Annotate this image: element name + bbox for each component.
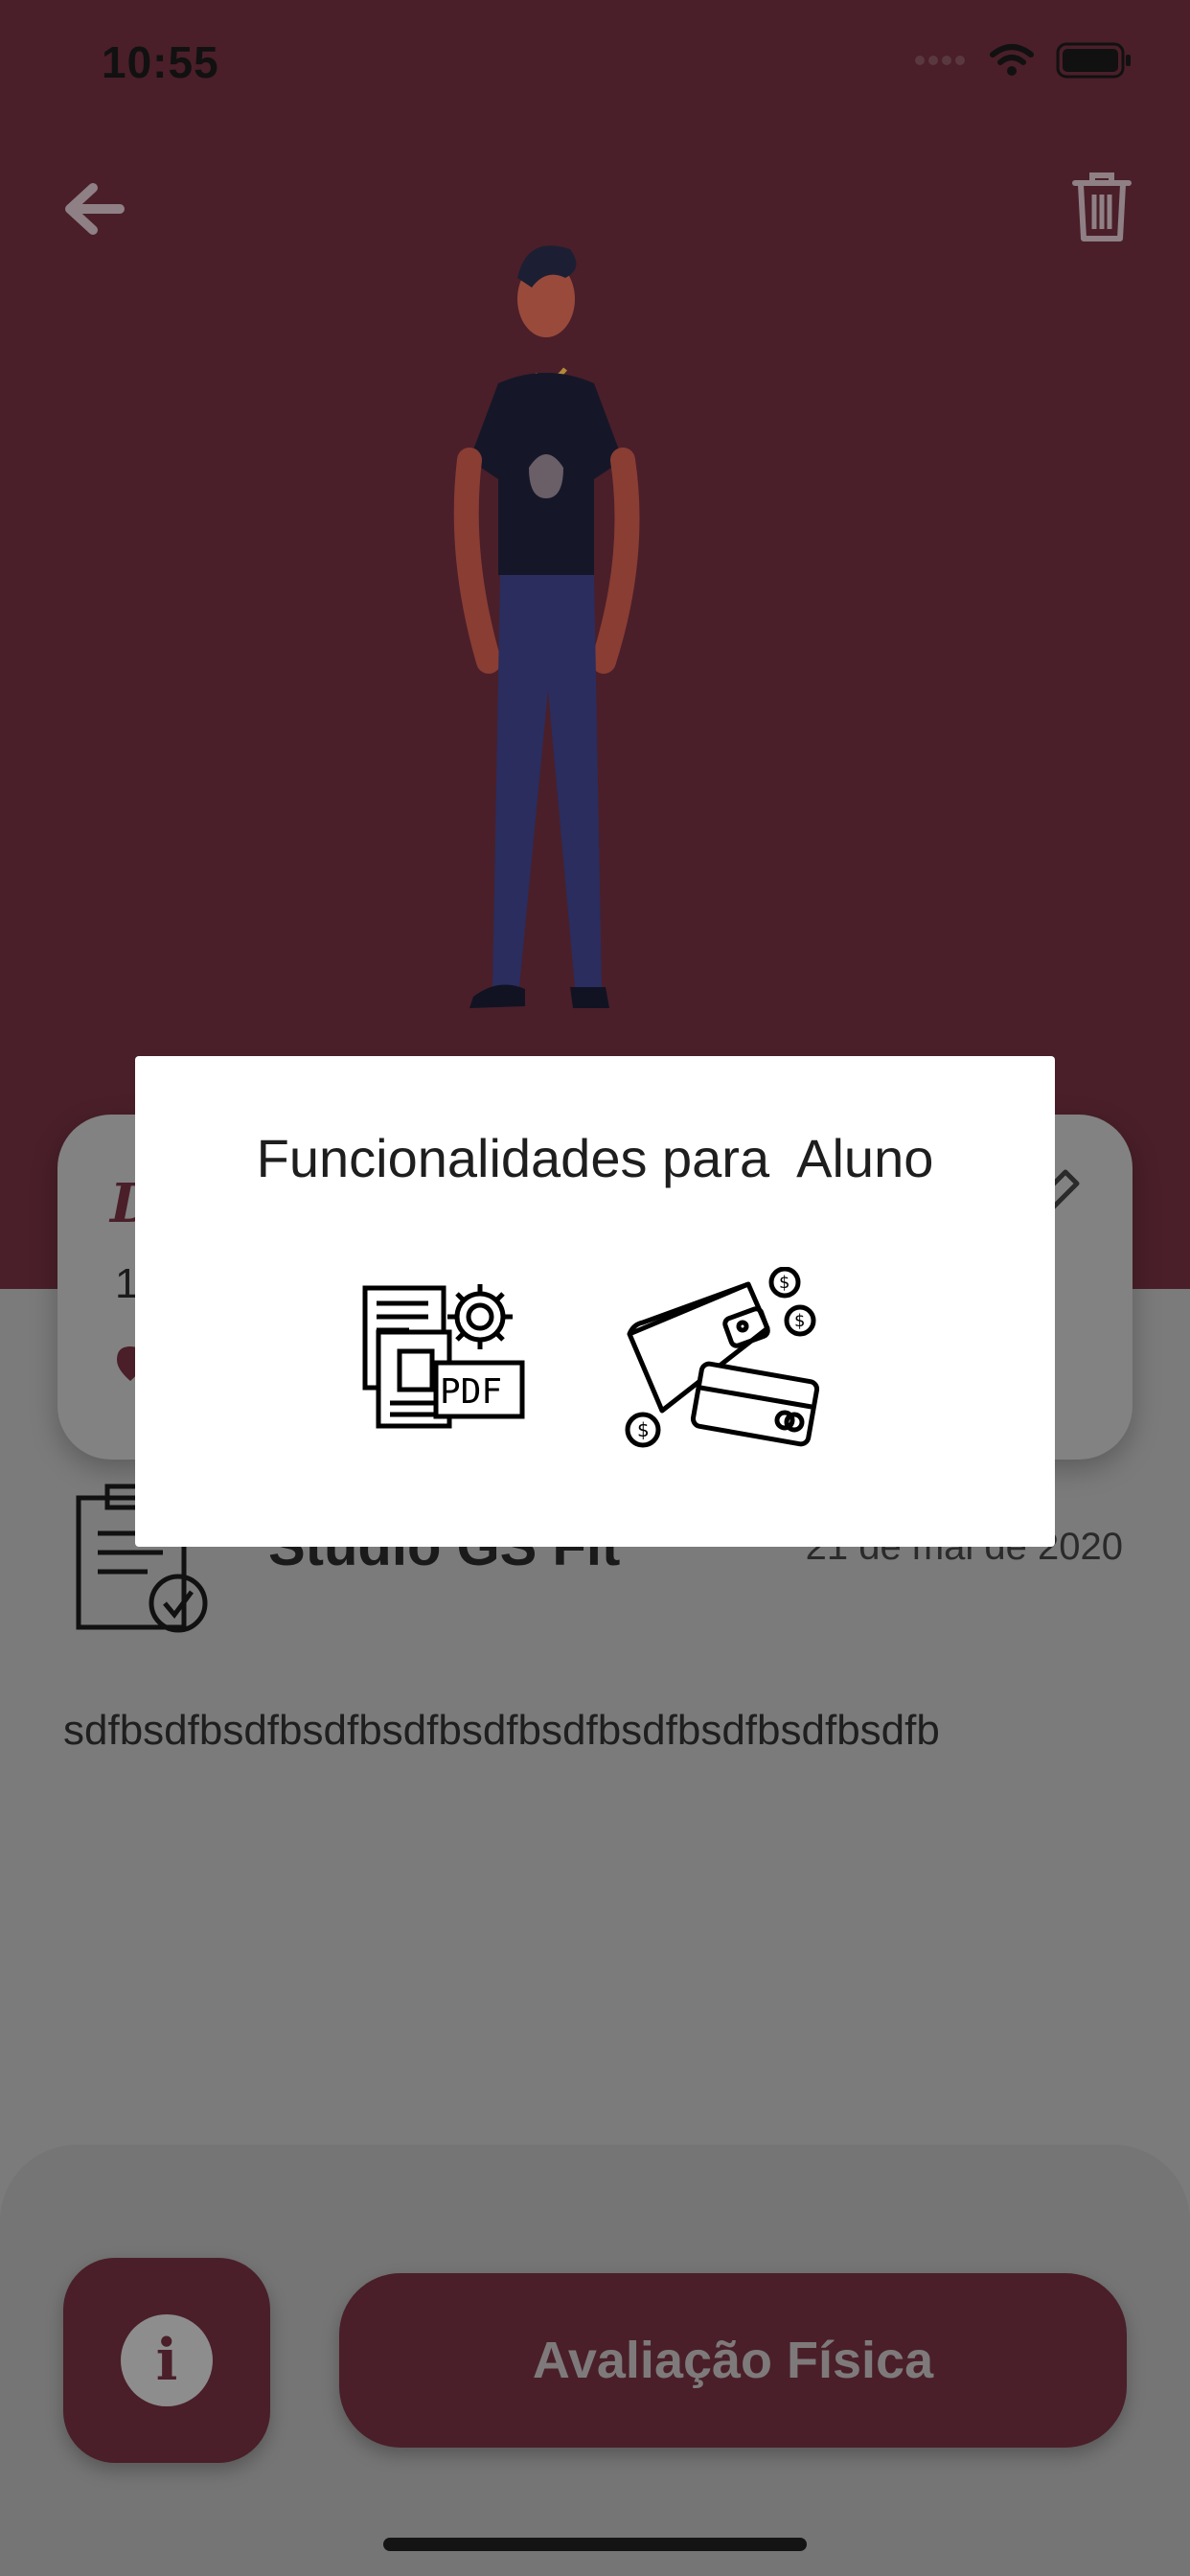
dialog-title: Funcionalidades para Aluno xyxy=(256,1128,934,1188)
pdf-settings-icon[interactable]: PDF xyxy=(361,1275,526,1439)
home-indicator xyxy=(383,2538,807,2551)
features-dialog: Funcionalidades para Aluno PDF $ $ $ xyxy=(135,1056,1055,1547)
back-button[interactable] xyxy=(56,171,132,247)
signal-icon xyxy=(915,56,965,65)
status-time: 10:55 xyxy=(102,37,219,87)
wifi-icon xyxy=(990,44,1034,76)
svg-text:PDF: PDF xyxy=(440,1372,502,1412)
battery-icon xyxy=(1056,42,1131,79)
delete-button[interactable] xyxy=(1064,169,1140,245)
info-icon: i xyxy=(121,2314,213,2406)
svg-text:$: $ xyxy=(794,1311,805,1331)
student-avatar-illustration xyxy=(453,245,640,1008)
info-button[interactable]: i xyxy=(63,2258,270,2463)
physical-evaluation-button[interactable]: Avaliação Física xyxy=(339,2273,1127,2448)
arrow-left-icon xyxy=(65,183,125,235)
svg-text:$: $ xyxy=(779,1273,790,1293)
wallet-payment-icon[interactable]: $ $ $ xyxy=(624,1267,825,1459)
description-text: sdfbsdfbsdfbsdfbsdfbsdfbsdfbsdfbsdfbsdfb… xyxy=(63,1707,940,1754)
trash-icon xyxy=(1072,172,1132,242)
status-icons xyxy=(914,42,1133,79)
svg-text:$: $ xyxy=(637,1418,650,1441)
